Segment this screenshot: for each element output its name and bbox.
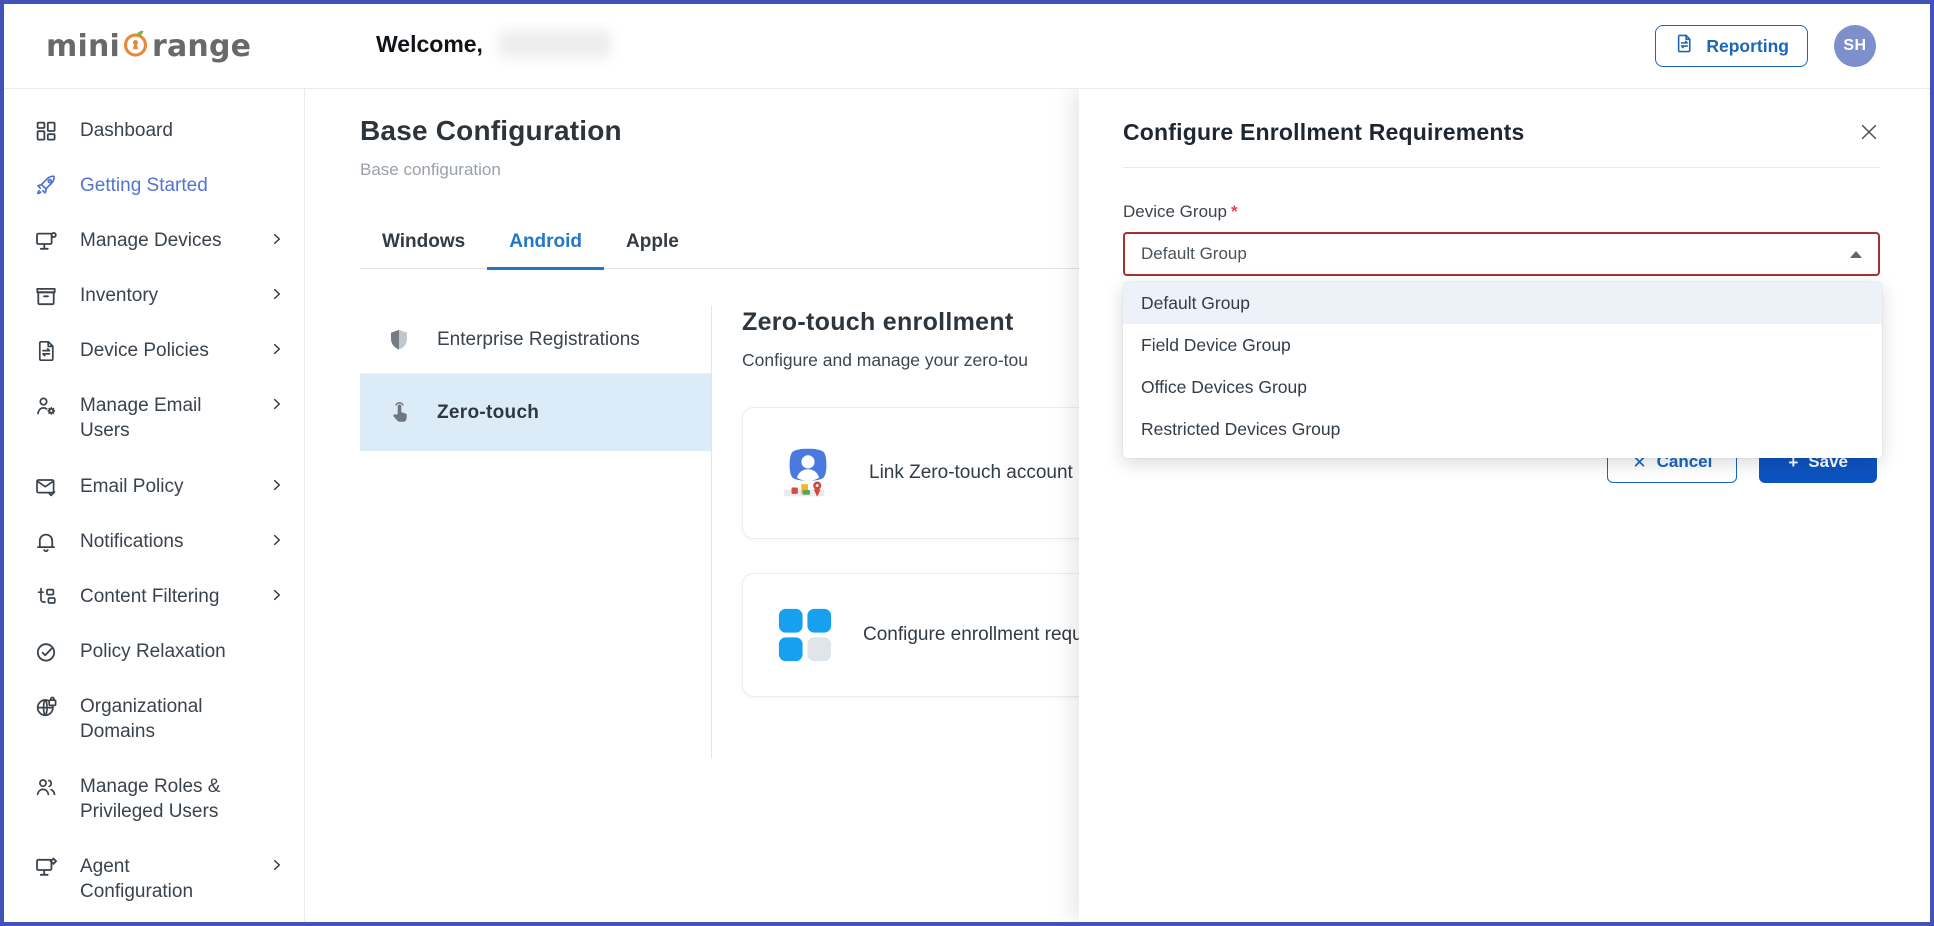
option-office-devices-group[interactable]: Office Devices Group — [1123, 366, 1882, 408]
sidebar-item-dashboard[interactable]: Dashboard — [4, 103, 304, 158]
subnav-item-label: Zero-touch — [437, 402, 539, 424]
filter-tree-icon — [34, 585, 58, 609]
sidebar-item-email-policy[interactable]: Email Policy — [4, 459, 304, 514]
subnav-item-zero-touch[interactable]: Zero-touch — [360, 374, 711, 451]
sidebar-item-agent-configuration[interactable]: Agent Configuration — [4, 839, 304, 919]
blocks-grid-icon — [777, 607, 833, 663]
welcome-message: Welcome, — [376, 30, 611, 58]
subnav-item-enterprise-registrations[interactable]: Enterprise Registrations — [360, 306, 711, 374]
bell-icon — [34, 530, 58, 554]
sidebar-item-label: Policy Relaxation — [80, 639, 248, 664]
tab-windows[interactable]: Windows — [360, 216, 487, 270]
brand-text-range: range — [152, 29, 251, 64]
drawer-divider — [1123, 167, 1880, 168]
brand-text-mini: mini — [46, 29, 120, 64]
sidebar-item-label: Dashboard — [80, 118, 248, 143]
chevron-right-icon — [270, 533, 284, 547]
sidebar-item-label: Getting Started — [80, 173, 248, 198]
sidebar-item-label: Manage Devices — [80, 228, 246, 253]
reporting-button-label: Reporting — [1706, 36, 1789, 57]
sidebar-item-getting-started[interactable]: Getting Started — [4, 158, 304, 213]
avatar[interactable]: SH — [1834, 25, 1876, 67]
option-restricted-devices-group[interactable]: Restricted Devices Group — [1123, 408, 1882, 450]
subnav: Enterprise Registrations Zero-touch — [360, 306, 712, 758]
subnav-item-label: Enterprise Registrations — [437, 329, 640, 351]
sidebar-item-device-policies[interactable]: Device Policies — [4, 323, 304, 378]
sidebar-nav: Dashboard Getting Started Manage Devices In… — [4, 103, 304, 919]
reporting-button[interactable]: Reporting — [1655, 25, 1808, 67]
check-circle-icon — [34, 640, 58, 664]
monitor-device-icon — [34, 229, 58, 253]
drawer-title: Configure Enrollment Requirements — [1123, 119, 1524, 146]
option-field-device-group[interactable]: Field Device Group — [1123, 324, 1882, 366]
chevron-right-icon — [270, 858, 284, 872]
header-actions: Reporting SH — [1655, 4, 1876, 88]
sidebar-item-inventory[interactable]: Inventory — [4, 268, 304, 323]
report-icon — [1674, 33, 1695, 59]
shield-icon — [386, 327, 412, 353]
globe-lock-icon — [34, 695, 58, 719]
sidebar-item-label: Agent Configuration — [80, 854, 246, 904]
sidebar-item-label: Manage Roles & Privileged Users — [80, 774, 248, 824]
chevron-right-icon — [270, 588, 284, 602]
touch-icon — [386, 400, 412, 426]
sidebar-item-policy-relaxation[interactable]: Policy Relaxation — [4, 624, 304, 679]
device-group-menu: Default GroupField Device GroupOffice De… — [1123, 282, 1882, 458]
user-gear-icon — [34, 394, 58, 418]
chevron-right-icon — [270, 342, 284, 356]
required-asterisk: * — [1231, 202, 1238, 221]
sidebar-item-organizational-domains[interactable]: Organizational Domains — [4, 679, 304, 759]
policy-document-icon — [34, 339, 58, 363]
chevron-right-icon — [270, 287, 284, 301]
device-group-select-value: Default Group — [1141, 244, 1247, 264]
sidebar-item-label: Device Policies — [80, 338, 246, 363]
welcome-label: Welcome, — [376, 31, 483, 58]
brand-logo: mini range — [46, 26, 251, 66]
sidebar-item-content-filtering[interactable]: Content Filtering — [4, 569, 304, 624]
tab-android[interactable]: Android — [487, 216, 604, 270]
chevron-right-icon — [270, 232, 284, 246]
sidebar-item-manage-devices[interactable]: Manage Devices — [4, 213, 304, 268]
option-default-group[interactable]: Default Group — [1123, 282, 1882, 324]
app-window: mini range Welcome, Reporting SH Dashboa… — [0, 0, 1934, 926]
device-group-label: Device Group* — [1123, 202, 1880, 222]
sidebar-item-label: Organizational Domains — [80, 694, 248, 744]
platform-tabs: WindowsAndroidApple — [360, 216, 1102, 269]
inventory-box-icon — [34, 284, 58, 308]
sidebar-item-label: Inventory — [80, 283, 246, 308]
monitor-gear-icon — [34, 855, 58, 879]
sidebar-item-manage-roles-privileged-users[interactable]: Manage Roles & Privileged Users — [4, 759, 304, 839]
sidebar-item-label: Notifications — [80, 529, 246, 554]
zero-touch-logo-icon — [777, 442, 839, 504]
chevron-right-icon — [270, 397, 284, 411]
envelope-check-icon — [34, 475, 58, 499]
chevron-right-icon — [270, 478, 284, 492]
sidebar-item-label: Content Filtering — [80, 584, 246, 609]
sidebar: Dashboard Getting Started Manage Devices In… — [4, 89, 305, 922]
orange-icon — [120, 26, 152, 66]
tab-apple[interactable]: Apple — [604, 216, 701, 270]
sidebar-item-manage-email-users[interactable]: Manage Email Users — [4, 378, 304, 458]
dashboard-icon — [34, 119, 58, 143]
app-header: mini range Welcome, Reporting SH — [4, 4, 1930, 89]
card-label: Link Zero-touch account — [869, 462, 1073, 484]
users-icon — [34, 775, 58, 799]
card-label: Configure enrollment requ — [863, 624, 1083, 646]
close-icon[interactable] — [1858, 121, 1880, 143]
caret-up-icon — [1850, 251, 1862, 258]
sidebar-item-label: Manage Email Users — [80, 393, 246, 443]
device-group-select[interactable]: Default Group — [1123, 232, 1880, 276]
sidebar-item-label: Email Policy — [80, 474, 246, 499]
sidebar-item-notifications[interactable]: Notifications — [4, 514, 304, 569]
user-name-redacted — [499, 30, 611, 58]
rocket-icon — [34, 174, 58, 198]
enrollment-drawer: Configure Enrollment Requirements Device… — [1079, 89, 1930, 922]
